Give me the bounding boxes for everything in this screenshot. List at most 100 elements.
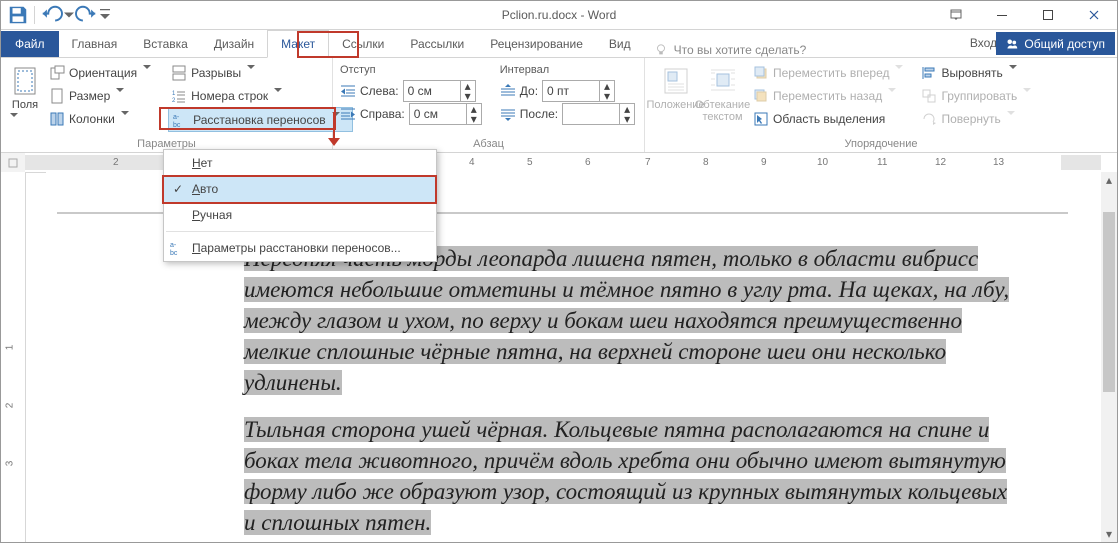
chevron-down-icon — [1007, 111, 1023, 127]
chevron-down-icon — [1023, 88, 1039, 104]
tab-home[interactable]: Главная — [59, 31, 131, 57]
tab-view[interactable]: Вид — [596, 31, 644, 57]
bring-forward-icon — [753, 65, 769, 81]
scroll-up-icon[interactable]: ▴ — [1101, 172, 1117, 188]
hyphenation-icon: a-bc — [170, 240, 186, 256]
indent-left-icon — [340, 83, 356, 99]
position-button: Положение — [652, 61, 699, 130]
spacing-after-label: После: — [520, 107, 558, 121]
line-numbers-icon: 12 — [171, 88, 187, 104]
undo-dropdown-icon[interactable] — [64, 4, 74, 26]
selection-pane-icon — [753, 111, 769, 127]
scroll-down-icon[interactable]: ▾ — [1101, 526, 1117, 542]
chevron-down-icon — [116, 88, 132, 104]
share-icon — [1006, 38, 1018, 50]
send-backward-button: Переместить назад — [750, 84, 914, 107]
chevron-down-icon — [247, 65, 263, 81]
svg-text:a-: a- — [173, 114, 180, 121]
maximize-button[interactable] — [1025, 1, 1071, 29]
qat-customize-icon[interactable] — [100, 4, 110, 26]
hyphenation-menu: Нет ✓Авто Ручная a-bc Параметры расстано… — [163, 149, 437, 262]
rotate-icon — [921, 111, 937, 127]
spin-down-icon[interactable]: ▾ — [620, 114, 634, 124]
spacing-after-input[interactable]: ▴▾ — [562, 103, 635, 125]
indent-right-label: Справа: — [360, 107, 405, 121]
hyph-auto[interactable]: ✓Авто — [163, 175, 437, 203]
chevron-down-icon — [888, 88, 904, 104]
chevron-down-icon — [274, 88, 290, 104]
tab-design[interactable]: Дизайн — [201, 31, 267, 57]
vertical-scrollbar[interactable]: ▴ ▾ — [1101, 172, 1117, 542]
breaks-button[interactable]: Разрывы — [168, 61, 353, 84]
selection-pane-button[interactable]: Область выделения — [750, 107, 914, 130]
position-icon — [660, 65, 692, 97]
svg-text:1: 1 — [172, 91, 176, 97]
spacing-before-input[interactable]: ▴▾ — [542, 80, 615, 102]
spacing-before-icon — [500, 83, 516, 99]
ruler-corner[interactable] — [1, 153, 26, 173]
hyph-options[interactable]: a-bc Параметры расстановки переносов... — [164, 235, 436, 261]
redo-icon[interactable] — [76, 4, 98, 26]
chevron-down-icon — [121, 111, 137, 127]
indent-right-icon — [340, 106, 356, 122]
orientation-button[interactable]: Ориентация — [46, 61, 162, 84]
share-button[interactable]: Общий доступ — [996, 32, 1115, 55]
svg-text:2: 2 — [172, 98, 176, 104]
svg-text:bc: bc — [170, 250, 178, 257]
bring-forward-button: Переместить вперед — [750, 61, 914, 84]
svg-text:a-: a- — [170, 242, 177, 249]
chevron-down-icon — [143, 65, 159, 81]
size-button[interactable]: Размер — [46, 84, 162, 107]
check-icon: ✓ — [170, 182, 186, 196]
wrap-text-button: Обтекание текстом — [699, 61, 746, 130]
spacing-header: Интервал — [500, 61, 635, 79]
send-backward-icon — [753, 88, 769, 104]
align-button[interactable]: Выровнять — [918, 61, 1042, 84]
svg-text:bc: bc — [173, 122, 181, 129]
scrollbar-thumb[interactable] — [1103, 212, 1115, 392]
chevron-down-icon — [895, 65, 911, 81]
rotate-button: Повернуть — [918, 107, 1042, 130]
indent-header: Отступ — [340, 61, 482, 79]
indent-left-label: Слева: — [360, 84, 399, 98]
size-icon — [49, 88, 65, 104]
spacing-before-label: До: — [520, 84, 538, 98]
hyphenation-icon: a-bc — [173, 112, 189, 128]
bulb-icon — [654, 43, 668, 57]
hyph-none[interactable]: Нет — [164, 150, 436, 176]
margins-button[interactable]: Поля — [8, 61, 42, 145]
align-icon — [921, 65, 937, 81]
breaks-icon — [171, 65, 187, 81]
hyph-manual[interactable]: Ручная — [164, 202, 436, 228]
tab-insert[interactable]: Вставка — [130, 31, 201, 57]
orientation-icon — [49, 65, 65, 81]
group-arrange-label: Упорядочение — [645, 138, 1117, 150]
save-icon[interactable] — [7, 4, 29, 26]
tell-me-search[interactable]: Что вы хотите сделать? — [654, 43, 807, 57]
line-numbers-button[interactable]: 12 Номера строк — [168, 84, 353, 107]
minimize-button[interactable] — [979, 1, 1025, 29]
ribbon-options-icon[interactable] — [933, 1, 979, 29]
spin-down-icon[interactable]: ▾ — [600, 91, 614, 101]
group-button: Группировать — [918, 84, 1042, 107]
close-button[interactable] — [1071, 1, 1117, 29]
spacing-after-icon — [500, 106, 516, 122]
document-text[interactable]: Передняя часть морды леопарда лишена пят… — [244, 243, 1024, 542]
tab-file[interactable]: Файл — [1, 31, 59, 57]
columns-button[interactable]: Колонки — [46, 107, 162, 130]
wrap-text-icon — [707, 65, 739, 97]
indent-right-input[interactable]: ▴▾ — [409, 103, 482, 125]
indent-left-input[interactable]: ▴▾ — [403, 80, 476, 102]
chevron-down-icon — [1009, 65, 1025, 81]
hyphenation-button[interactable]: a-bc Расстановка переносов — [168, 107, 353, 132]
vertical-ruler[interactable]: 1 2 3 — [1, 172, 26, 542]
spin-down-icon[interactable]: ▾ — [467, 114, 481, 124]
undo-icon[interactable] — [40, 4, 62, 26]
tab-layout[interactable]: Макет — [267, 30, 329, 58]
spin-down-icon[interactable]: ▾ — [461, 91, 475, 101]
margins-icon — [9, 65, 41, 97]
tab-mailings[interactable]: Рассылки — [397, 31, 477, 57]
group-icon — [921, 88, 937, 104]
tab-review[interactable]: Рецензирование — [477, 31, 596, 57]
tab-references[interactable]: Ссылки — [329, 31, 397, 57]
